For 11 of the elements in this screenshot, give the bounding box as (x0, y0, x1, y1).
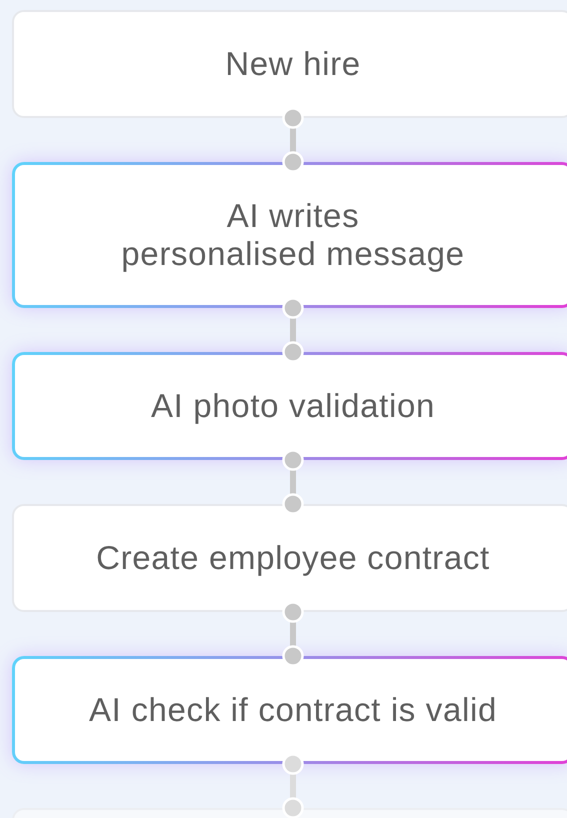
step-label: New hire (224, 45, 362, 83)
step-card[interactable]: New hire (12, 10, 567, 118)
step-label: AI check if contract is valid (88, 691, 498, 729)
ai-step-card[interactable]: AI writes personalised message (12, 162, 567, 308)
ai-step-card[interactable]: AI photo validation (12, 352, 567, 460)
step-label: AI writes personalised message (120, 197, 466, 273)
step-label: AI photo validation (150, 387, 436, 425)
ai-step-card[interactable]: AI check if contract is valid (12, 656, 567, 764)
connector (281, 754, 305, 818)
step-label: Create employee contract (95, 539, 491, 577)
step-card[interactable]: Create employee contract (12, 504, 567, 612)
